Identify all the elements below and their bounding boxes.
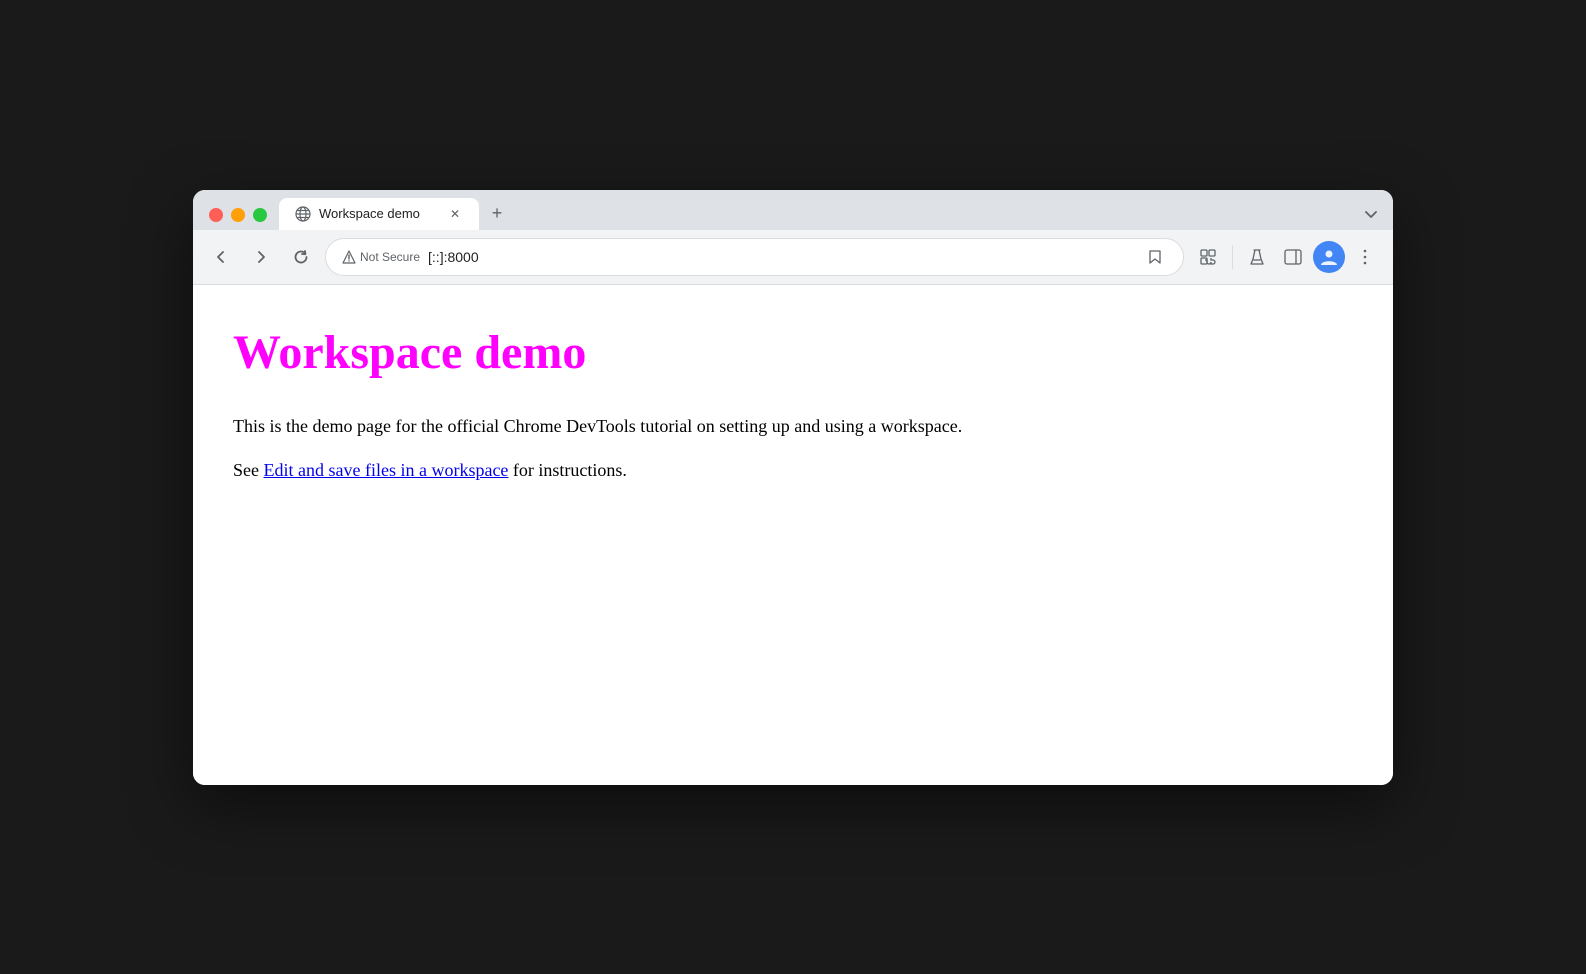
tab-title: Workspace demo [319, 206, 439, 221]
bookmark-button[interactable] [1143, 245, 1167, 269]
address-bar[interactable]: Not Secure [::]:8000 [325, 238, 1184, 276]
back-button[interactable] [205, 241, 237, 273]
tab-close-button[interactable]: ✕ [447, 206, 463, 222]
close-window-button[interactable] [209, 208, 223, 222]
tab-bar: Workspace demo ✕ + [193, 190, 1393, 230]
tab-menu-button[interactable] [1357, 200, 1385, 228]
warning-icon [342, 250, 356, 264]
browser-window: Workspace demo ✕ + [193, 190, 1393, 785]
maximize-window-button[interactable] [253, 208, 267, 222]
title-bar: Workspace demo ✕ + [193, 190, 1393, 285]
page-body-text: This is the demo page for the official C… [233, 412, 1353, 441]
security-indicator: Not Secure [342, 250, 420, 264]
page-heading: Workspace demo [233, 325, 1353, 380]
reload-button[interactable] [285, 241, 317, 273]
more-options-button[interactable] [1349, 241, 1381, 273]
window-controls [201, 208, 279, 230]
workspace-link[interactable]: Edit and save files in a workspace [264, 460, 509, 480]
tab-favicon [295, 206, 311, 222]
forward-button[interactable] [245, 241, 277, 273]
navigation-bar: Not Secure [::]:8000 [193, 230, 1393, 285]
page-link-line: See Edit and save files in a workspace f… [233, 460, 1353, 481]
active-tab[interactable]: Workspace demo ✕ [279, 198, 479, 230]
nav-divider [1232, 245, 1233, 269]
link-prefix: See [233, 460, 264, 480]
new-tab-button[interactable]: + [483, 200, 511, 228]
page-content: Workspace demo This is the demo page for… [193, 285, 1393, 785]
nav-actions [1192, 241, 1381, 273]
extensions-button[interactable] [1192, 241, 1224, 273]
link-suffix: for instructions. [508, 460, 627, 480]
security-label: Not Secure [360, 250, 420, 264]
minimize-window-button[interactable] [231, 208, 245, 222]
chrome-labs-button[interactable] [1241, 241, 1273, 273]
sidebar-toggle-button[interactable] [1277, 241, 1309, 273]
url-display: [::]:8000 [428, 249, 1135, 265]
profile-button[interactable] [1313, 241, 1345, 273]
